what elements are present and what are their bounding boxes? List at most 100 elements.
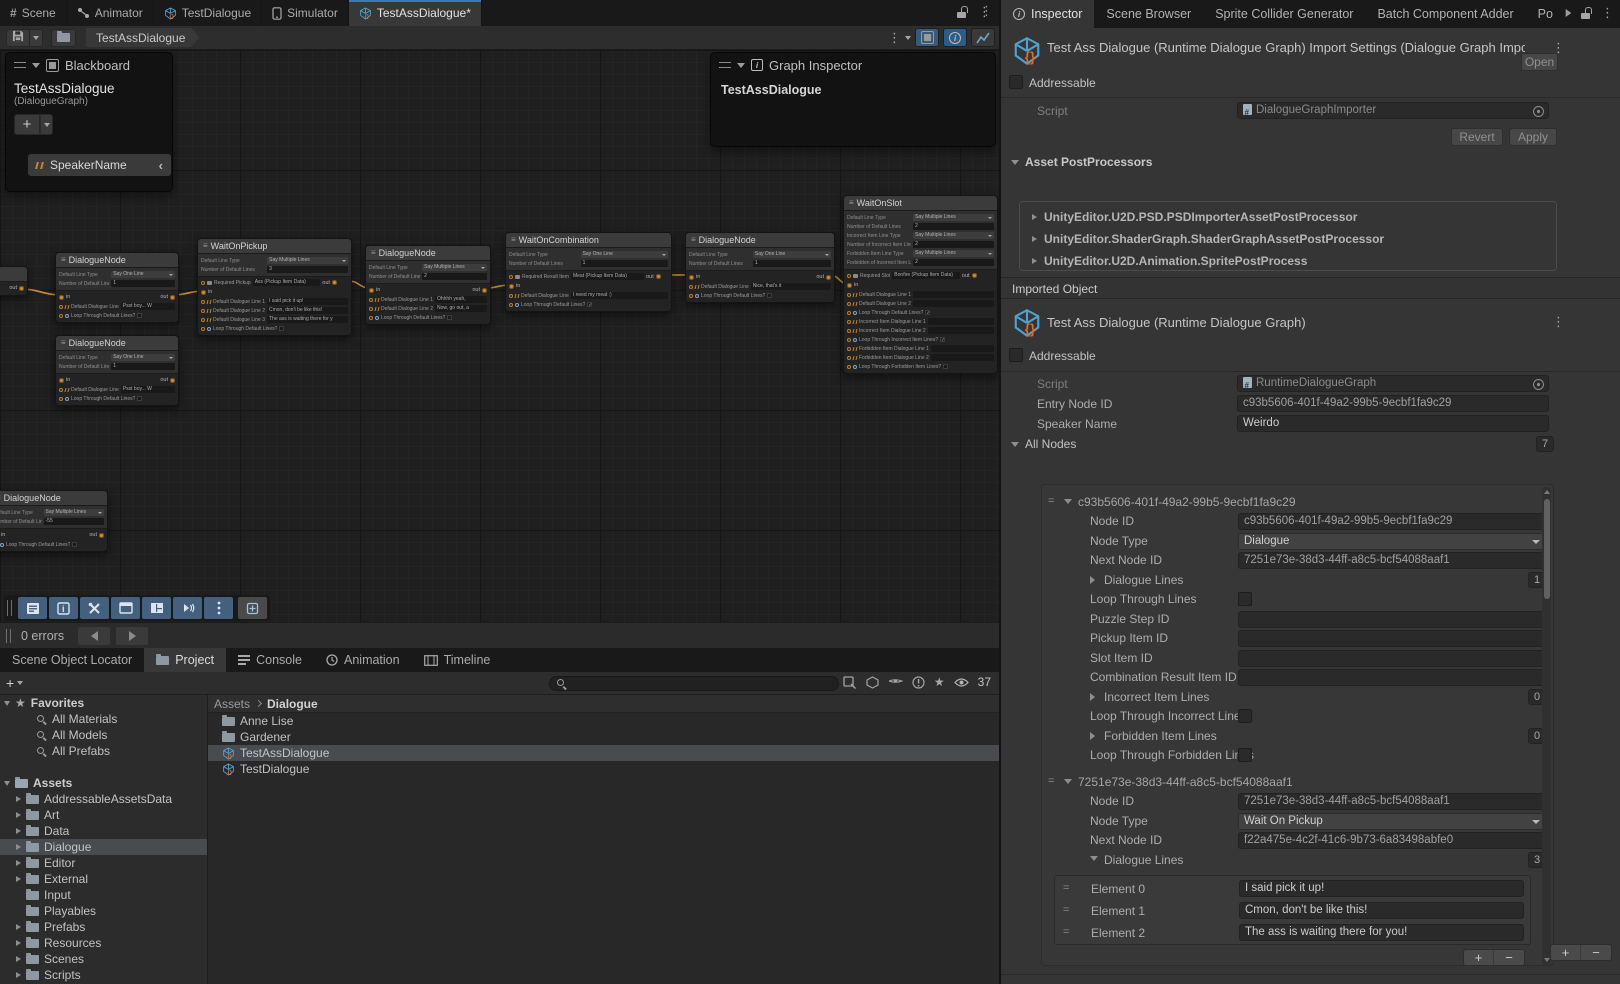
caret-right-icon[interactable]: [16, 828, 21, 834]
nodes-add-button[interactable]: +: [1551, 945, 1581, 960]
drag-handle-icon[interactable]: =: [1048, 775, 1053, 787]
caret-down-icon[interactable]: [4, 781, 10, 786]
tree-folder-resources[interactable]: Resources: [0, 935, 207, 951]
scroll-up-icon[interactable]: [1544, 490, 1550, 494]
minimap-toggle-button[interactable]: [971, 28, 995, 47]
visibility-eye-icon[interactable]: [954, 677, 969, 688]
prop-loop-through-incorrect-lines-checkbox[interactable]: [1238, 709, 1252, 723]
collapse-left-icon[interactable]: ‹: [159, 158, 163, 173]
tree-folder-data[interactable]: Data: [0, 823, 207, 839]
output-port[interactable]: out: [9, 285, 24, 291]
add-property-caret-button[interactable]: [40, 114, 53, 135]
graph-node-waitonslot[interactable]: ≡WaitOnSlotDefault Line TypeSay Multiple…: [843, 195, 998, 374]
scroll-down-icon[interactable]: [1544, 958, 1550, 962]
tree-folder-art[interactable]: Art: [0, 807, 207, 823]
setting-field[interactable]: 2: [422, 273, 487, 280]
toolbar-drag-handle[interactable]: [7, 600, 12, 616]
add-property-button[interactable]: +: [14, 114, 40, 135]
setting-field[interactable]: 1: [581, 260, 668, 267]
breadcrumb-current[interactable]: Dialogue: [267, 697, 318, 711]
graph-inspector-toggle-button[interactable]: i: [943, 28, 967, 47]
tab-timeline[interactable]: Timeline: [412, 648, 503, 672]
inspector-tab-po[interactable]: Po: [1526, 0, 1565, 28]
toggle-dot-icon[interactable]: [59, 314, 63, 318]
graph-node-dialoguenode[interactable]: ≡DialogueNodeDefault Line TypeSay One Li…: [685, 232, 835, 303]
toggle-dot-icon[interactable]: [201, 318, 205, 322]
checkbox[interactable]: ✓: [587, 302, 592, 307]
blackboard-panel[interactable]: Blackboard TestAssDialogue (DialogueGrap…: [5, 52, 173, 192]
tree-folder-dialogue[interactable]: Dialogue: [0, 839, 207, 855]
caret-right-icon[interactable]: [16, 924, 21, 930]
setting-dropdown[interactable]: Say One Line: [111, 271, 175, 278]
toolbar-options-caret-icon[interactable]: [905, 36, 911, 40]
line-field[interactable]: I need my meat :): [571, 292, 668, 299]
prop-puzzle-step-id-field[interactable]: [1238, 611, 1546, 628]
element-field[interactable]: The ass is waiting there for you!: [1239, 924, 1524, 941]
graph-node-dialoguenode[interactable]: ≡DialogueNodeDefault Line TypeSay One Li…: [55, 252, 179, 323]
more-button[interactable]: [204, 597, 233, 619]
toggle-dot-icon[interactable]: [847, 311, 851, 315]
output-port[interactable]: out: [89, 532, 104, 538]
object-field[interactable]: Bonfire (Pickup Item Data): [892, 272, 960, 279]
output-port[interactable]: out: [962, 273, 977, 279]
setting-field[interactable]: 1: [753, 260, 831, 267]
toggle-dot-icon[interactable]: [847, 302, 851, 306]
caret-icon[interactable]: [1090, 856, 1098, 861]
tree-folder-scenes[interactable]: Scenes: [0, 951, 207, 967]
object-field[interactable]: Ass (Pickup Item Data): [253, 279, 321, 286]
next-error-button[interactable]: [116, 627, 148, 645]
line-field[interactable]: Cmon, don't be like this!: [267, 307, 348, 314]
open-button[interactable]: Open: [1521, 53, 1558, 71]
tree-folder-external[interactable]: External: [0, 871, 207, 887]
panel-menu-icon[interactable]: ⋮: [978, 5, 991, 18]
caret-right-icon[interactable]: [16, 972, 21, 978]
console-pane-button[interactable]: [18, 597, 47, 619]
filter-by-type-icon[interactable]: [888, 676, 903, 688]
checkbox[interactable]: [447, 315, 452, 320]
graph-node-dialoguenode[interactable]: ≡DialogueNodeDefault Line TypeSay One Li…: [55, 335, 179, 406]
collapse-caret-icon[interactable]: [32, 63, 40, 68]
caret-right-icon[interactable]: [1032, 214, 1037, 220]
caret-icon[interactable]: [1090, 693, 1095, 701]
setting-dropdown[interactable]: Say Multiple Lines: [913, 214, 994, 221]
blackboard-toggle-button[interactable]: [915, 28, 939, 47]
nodes-remove-button[interactable]: −: [1581, 945, 1611, 960]
prop-node-type-dropdown[interactable]: Dialogue: [1238, 533, 1546, 550]
postprocessor-row[interactable]: UnityEditor.ShaderGraph.ShaderGraphAsset…: [1032, 230, 1384, 248]
element-drag-handle[interactable]: =: [1063, 882, 1068, 894]
toggle-dot-icon[interactable]: [201, 327, 205, 331]
setting-dropdown[interactable]: Say Multiple Lines: [913, 250, 994, 257]
tree-folder-playables[interactable]: Playables: [0, 903, 207, 919]
blackboard-header[interactable]: Blackboard: [6, 53, 172, 77]
file-row-testassdialogue[interactable]: {}TestAssDialogue: [208, 745, 999, 761]
setting-dropdown[interactable]: Say One Line: [581, 251, 668, 258]
lock-icon[interactable]: [957, 6, 968, 18]
caret-icon[interactable]: [1090, 732, 1095, 740]
tab-testassdialogue[interactable]: {}TestAssDialogue*: [349, 0, 482, 26]
output-port[interactable]: out: [472, 287, 487, 293]
show-in-project-button[interactable]: [51, 29, 76, 47]
prop-next-node-id-field[interactable]: f22a475e-4c2f-41c6-9b73-6a83498abfe0: [1238, 832, 1546, 849]
file-row-testdialogue[interactable]: {}TestDialogue: [208, 761, 999, 777]
element-drag-handle[interactable]: =: [1063, 926, 1068, 938]
caret-down-icon[interactable]: [1064, 779, 1072, 784]
input-port[interactable]: in: [59, 377, 70, 383]
prop-loop-through-forbidden-lines-checkbox[interactable]: [1238, 748, 1252, 762]
object-picker-icon[interactable]: [1533, 106, 1544, 117]
tab-simulator[interactable]: Simulator: [262, 0, 349, 26]
postprocessors-title[interactable]: Asset PostProcessors: [1025, 155, 1152, 169]
caret-right-icon[interactable]: [16, 956, 21, 962]
line-field[interactable]: Now, go out, a: [435, 305, 487, 312]
setting-dropdown[interactable]: Say Multiple Lines: [913, 232, 994, 239]
tree-folder-prefabs[interactable]: Prefabs: [0, 919, 207, 935]
postprocessor-row[interactable]: UnityEditor.U2D.Animation.SpritePostProc…: [1032, 252, 1307, 270]
saved-search-star-icon[interactable]: ★: [934, 676, 945, 688]
open-in-search-icon[interactable]: [843, 676, 857, 689]
apply-button[interactable]: Apply: [1509, 128, 1557, 146]
node-title-bar[interactable]: ≡WaitOnPickup: [198, 239, 351, 254]
input-port[interactable]: in: [847, 282, 858, 288]
graph-inspector-panel[interactable]: i Graph Inspector TestAssDialogue: [710, 52, 996, 147]
tree-item-all-prefabs[interactable]: All Prefabs: [0, 743, 207, 759]
checkbox[interactable]: ✓: [940, 337, 945, 342]
graph-node-waitonpickup[interactable]: ≡WaitOnPickupDefault Line TypeSay Multip…: [197, 238, 352, 336]
